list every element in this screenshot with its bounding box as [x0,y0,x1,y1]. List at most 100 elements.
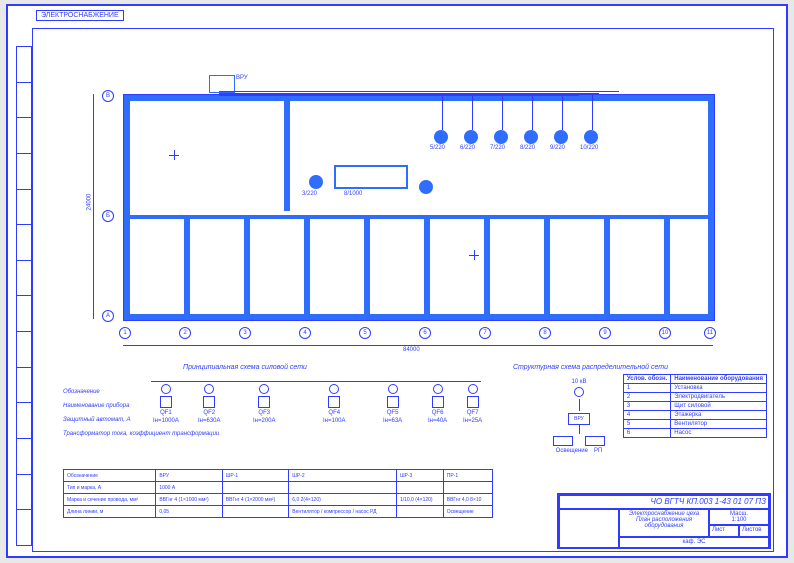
td: 1000 А [156,482,222,494]
td: Освещение [443,506,492,518]
header-tag: ЭЛЕКТРОСНАБЖЕНИЕ [36,10,124,21]
device-icon [554,130,568,144]
device-label: 8/1000 [344,191,362,197]
node-label: QF6 [432,410,444,416]
scheme-node: QF1 Iн=1000А [153,384,179,424]
device-icon [464,130,478,144]
grid-letter: В [102,90,114,102]
node-value: Iн=1000А [153,418,179,424]
grid-number: 10 [659,327,671,339]
td: 3 [623,402,670,411]
vru-label: ВРУ [236,75,248,81]
td: ВВГнг 4,0 8×10 [443,494,492,506]
grid-number: 1 [119,327,131,339]
transformer [334,165,408,189]
td: Тип и марка, А [64,482,156,494]
equipment-table: Услов. обозн.Наименование оборудования 1… [623,374,767,438]
device-label: 6/220 [460,145,475,151]
td: Электродвигатель [671,393,767,402]
node-value: Iн=40А [428,418,447,424]
td: Насос [671,429,767,438]
title-line: План расположения оборудования [636,517,692,529]
floor-plan: ВРУ 5/220 6/220 7/220 8/220 9/220 10/220… [123,94,715,321]
td: 5 [623,420,670,429]
td: Этажерка [671,411,767,420]
grid-number: 5 [359,327,371,339]
row-label: Наименование прибора [63,403,219,409]
device-label: 10/220 [580,145,598,151]
node-value: Iн=63А [383,418,402,424]
drawing-title: Электроснабжение цеха План расположения … [619,509,709,537]
td: ВВГнг 4 (1×1000 мм²) [156,494,222,506]
td: 1/10,0 (4×120) [396,494,443,506]
node-label: QF7 [467,410,479,416]
th: Услов. обозн. [623,375,670,384]
struct-mid: ВРУ [574,416,584,422]
td: Щит силовой [671,402,767,411]
td: 2 [623,393,670,402]
td: 4 [623,411,670,420]
td: 1 [623,384,670,393]
drawing-code: ЧО ВГТЧ КП.003 1-43 01 07 ПЗ [559,495,769,509]
grid-number: 11 [704,327,716,339]
node-label: QF4 [328,410,340,416]
fold-ladder [16,46,32,546]
struct-bottom: Освещение [556,448,588,454]
row-label: Трансформатор тока, коэффициент трансфор… [63,431,219,437]
td: Вентилятор [671,420,767,429]
grid-number: 6 [419,327,431,339]
td: 6 [623,429,670,438]
td: Длина линии, м [64,506,156,518]
scheme-node: QF3 Iн=200А [253,384,276,424]
td: Обозначение [64,470,156,482]
td: 6,0 2(4×120) [289,494,397,506]
grid-number: 2 [179,327,191,339]
grid-number: 7 [479,327,491,339]
device-label: 7/220 [490,145,505,151]
td: ШР-1 [222,470,288,482]
dim-height: 24000 [86,194,92,211]
grid-number: 3 [239,327,251,339]
td: 0,05 [156,506,222,518]
grid-number: 4 [299,327,311,339]
device-label: 8/220 [520,145,535,151]
sheet-cell: Лист [709,525,739,537]
td: ШР-3 [396,470,443,482]
node-value: Iн=200А [253,418,276,424]
device-label: 3/220 [302,191,317,197]
device-label: 9/220 [550,145,565,151]
td: Вентилятор / компрессор / насос РД [289,506,397,518]
grid-number: 8 [539,327,551,339]
row-labels: Обозначение Наименование прибора Защитны… [63,389,219,437]
node-label: QF1 [160,410,172,416]
scale-cell: Масш. 1:100 [709,509,769,525]
node-label: QF2 [203,410,215,416]
grid-number: 9 [599,327,611,339]
scheme-node: QF6 Iн=40А [428,384,447,424]
td: ВВГнг 4 (1×2000 мм²) [222,494,288,506]
scheme-node: QF4 Iн=100А [323,384,346,424]
td: Марка и сечение провода, мм² [64,494,156,506]
struct-scheme: 10 кВ ВРУ Освещение РП [553,379,605,454]
td: ШР-2 [289,470,397,482]
struct-top: 10 кВ [572,379,587,385]
title-block: ЧО ВГТЧ КП.003 1-43 01 07 ПЗ Электроснаб… [557,493,771,549]
scheme1-title: Принципиальная схема силовой сети [183,364,307,371]
struct-right: РП [594,448,602,454]
spec-table: Обозначение ВРУ ШР-1 ШР-2 ШР-3 ПР-1 Тип … [63,469,493,518]
signatures-grid [559,509,619,549]
dim-width: 84000 [403,347,420,353]
node-value: Iн=100А [323,418,346,424]
scheme2-title: Структурная схема распределительной сети [513,364,668,371]
scheme-node: QF2 Iн=630А [198,384,221,424]
scale-value: 1:100 [731,517,746,523]
device-icon [584,130,598,144]
td: ВРУ [156,470,222,482]
node-label: QF5 [387,410,399,416]
device-icon [309,175,323,189]
th: Наименование оборудования [671,375,767,384]
sheets-cell: Листов [739,525,769,537]
device-icon [494,130,508,144]
grid-letter: А [102,310,114,322]
node-label: QF3 [258,410,270,416]
